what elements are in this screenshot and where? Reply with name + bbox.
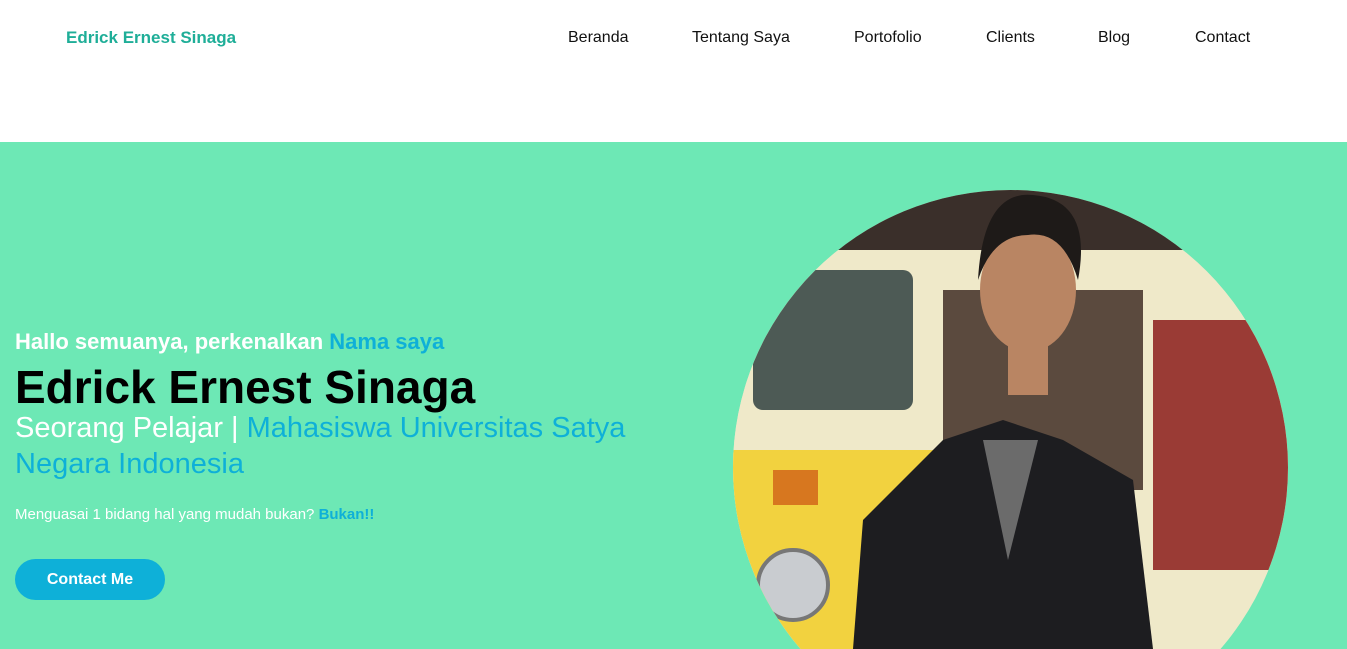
tagline-text: Menguasai 1 bidang hal yang mudah bukan?	[15, 506, 319, 523]
profile-photo	[733, 190, 1288, 649]
nav-clients[interactable]: Clients	[986, 29, 1035, 47]
hero-subtitle: Seorang Pelajar | Mahasiswa Universitas …	[15, 410, 675, 482]
contact-me-button[interactable]: Contact Me	[15, 559, 165, 600]
nav-blog[interactable]: Blog	[1098, 29, 1130, 47]
hero-section: Hallo semuanya, perkenalkan Nama saya Ed…	[0, 142, 1347, 649]
nav-contact[interactable]: Contact	[1195, 29, 1250, 47]
tagline: Menguasai 1 bidang hal yang mudah bukan?…	[15, 506, 374, 523]
nav-portofolio[interactable]: Portofolio	[854, 29, 922, 47]
greeting: Hallo semuanya, perkenalkan Nama saya	[15, 329, 444, 355]
nav-beranda[interactable]: Beranda	[568, 29, 629, 47]
hero-name: Edrick Ernest Sinaga	[15, 361, 476, 413]
page: Edrick Ernest Sinaga Beranda Tentang Say…	[0, 0, 1347, 649]
brand-logo[interactable]: Edrick Ernest Sinaga	[66, 28, 236, 48]
greeting-text: Hallo semuanya, perkenalkan	[15, 329, 330, 354]
subtitle-text: Seorang Pelajar |	[15, 412, 247, 444]
tagline-accent: Bukan!!	[318, 506, 375, 523]
greeting-accent: Nama saya	[329, 329, 445, 354]
navbar: Edrick Ernest Sinaga Beranda Tentang Say…	[0, 0, 1347, 142]
nav-tentang-saya[interactable]: Tentang Saya	[692, 29, 790, 47]
